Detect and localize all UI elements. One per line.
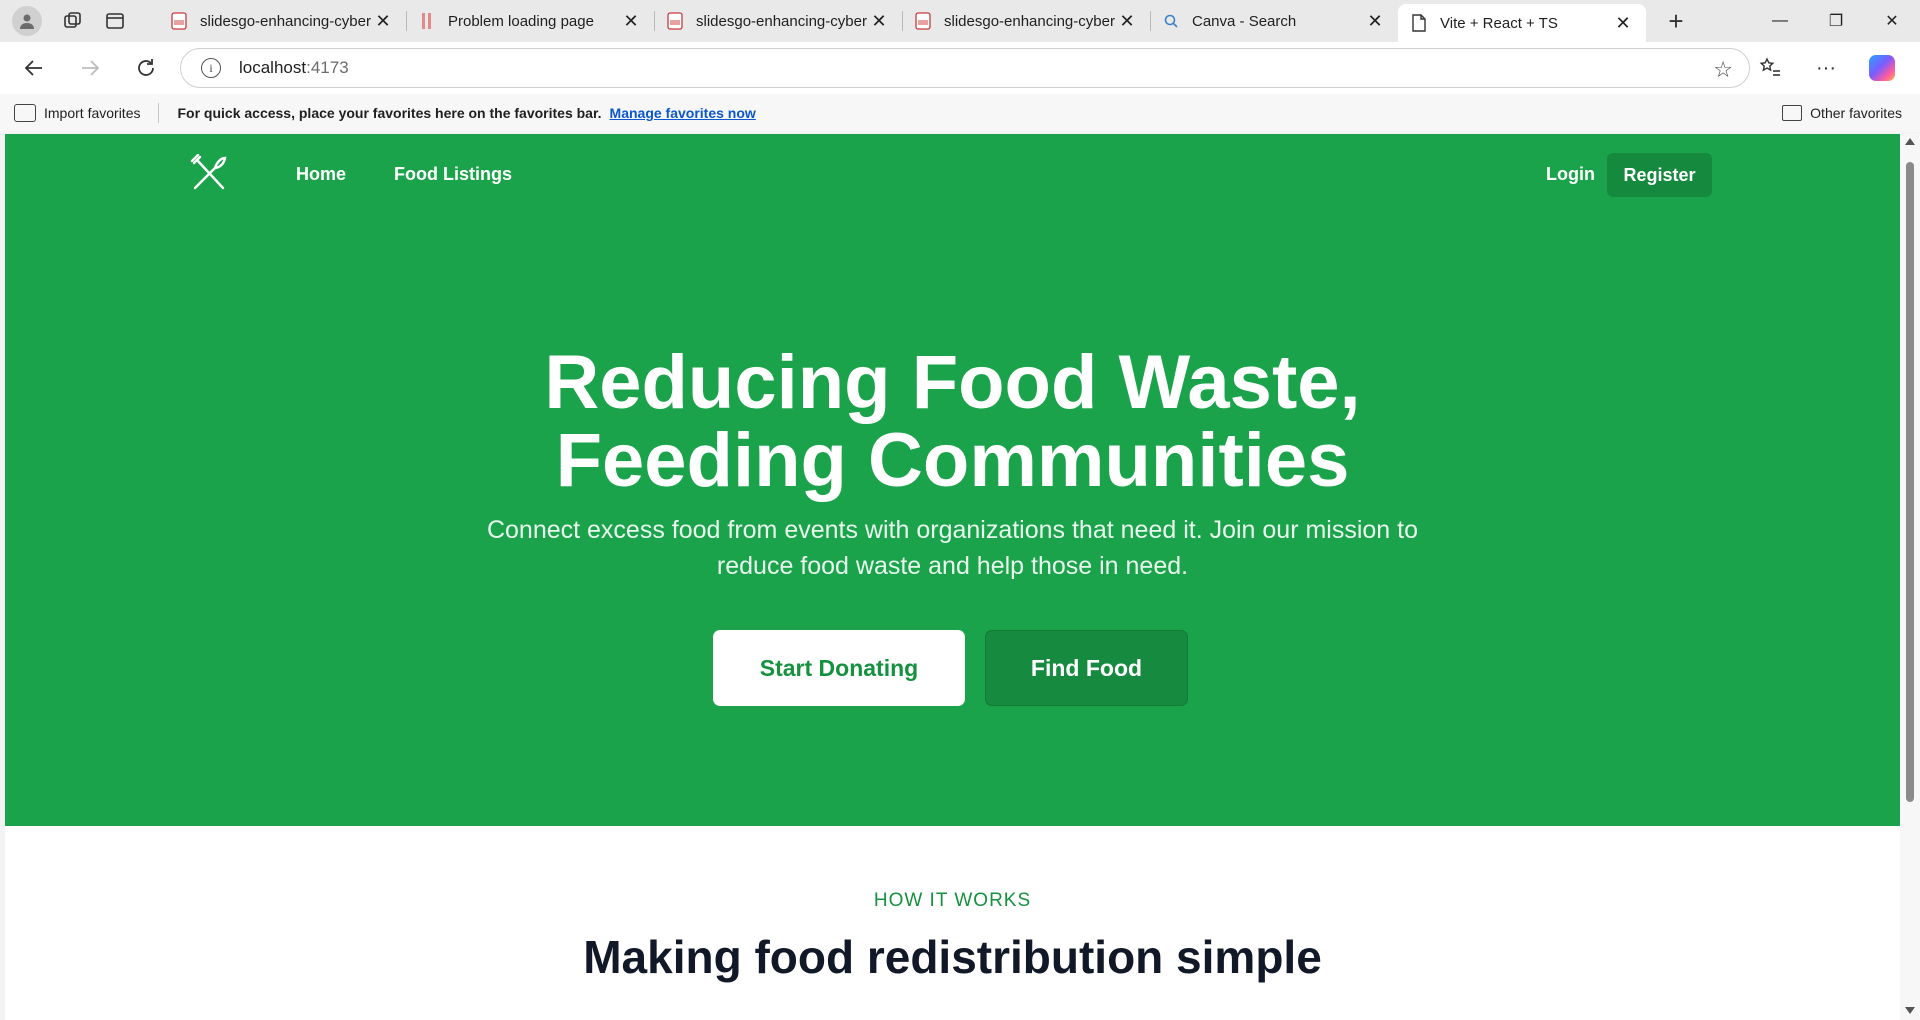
login-link[interactable]: Login (1546, 164, 1595, 185)
pdf-icon (914, 12, 932, 30)
hero-title-line: Reducing Food Waste, (544, 340, 1361, 425)
close-icon[interactable]: ✕ (1612, 12, 1634, 34)
tab-strip: slidesgo-enhancing-cyber ✕ Problem loadi… (0, 0, 1920, 42)
tab-pdf-2[interactable]: slidesgo-enhancing-cyber ✕ (654, 0, 902, 42)
divider (158, 103, 160, 123)
tab-pdf-1[interactable]: slidesgo-enhancing-cyber ✕ (158, 0, 406, 42)
site-info-icon[interactable]: i (201, 58, 221, 78)
url-port: :4173 (306, 58, 349, 77)
close-icon[interactable]: ✕ (620, 10, 642, 32)
folder-icon (1782, 105, 1803, 121)
scrollbar-thumb[interactable] (1906, 162, 1914, 802)
nav-home-link[interactable]: Home (296, 164, 346, 185)
address-bar[interactable]: i localhost:4173 ☆ (180, 48, 1750, 88)
close-icon[interactable]: ✕ (868, 10, 890, 32)
find-food-button[interactable]: Find Food (985, 630, 1188, 706)
site-navbar: Home Food Listings Login Register (5, 134, 1900, 208)
other-favorites-label: Other favorites (1810, 105, 1902, 121)
refresh-icon (138, 59, 154, 76)
start-donating-button[interactable]: Start Donating (713, 630, 965, 706)
tab-title: Problem loading page (448, 12, 594, 30)
arrow-left-icon (24, 60, 42, 76)
error-bars-icon (418, 12, 436, 30)
close-window-icon[interactable]: ✕ (1864, 0, 1920, 42)
tab-title: Vite + React + TS (1440, 14, 1558, 32)
tab-vite-react[interactable]: Vite + React + TS ✕ (1398, 4, 1646, 42)
forward-button[interactable] (68, 46, 112, 90)
import-favorites-button[interactable]: Import favorites (14, 104, 140, 122)
url-host: localhost (239, 58, 307, 77)
tab-list: slidesgo-enhancing-cyber ✕ Problem loadi… (158, 0, 1646, 42)
tab-pdf-3[interactable]: slidesgo-enhancing-cyber ✕ (902, 0, 1150, 42)
tab-title: slidesgo-enhancing-cyber (696, 12, 867, 30)
profile-avatar[interactable] (12, 6, 42, 36)
minimize-icon[interactable]: — (1752, 0, 1808, 42)
refresh-button[interactable] (124, 46, 168, 90)
hero-subtitle: Connect excess food from events with org… (486, 516, 1419, 580)
utensils-logo-icon[interactable] (189, 154, 229, 194)
search-icon (1162, 12, 1180, 30)
section-title: Making food redistribution simple (583, 931, 1322, 983)
arrow-right-icon (82, 60, 100, 76)
favorites-icon[interactable] (1742, 46, 1798, 90)
tab-problem-loading[interactable]: Problem loading page ✕ (406, 0, 654, 42)
import-icon (14, 104, 36, 122)
vertical-tabs-icon[interactable] (94, 0, 136, 42)
browser-toolbar: i localhost:4173 ☆ ··· (0, 42, 1920, 94)
manage-favorites-link[interactable]: Manage favorites now (610, 105, 756, 121)
page-scrollbar[interactable] (1900, 134, 1920, 1020)
copilot-icon (1869, 55, 1895, 81)
how-it-works-eyebrow: HOW IT WORKS (873, 890, 1032, 911)
favorites-bar: Import favorites For quick access, place… (0, 94, 1920, 132)
scroll-up-icon[interactable] (1905, 138, 1915, 145)
favorites-hint: For quick access, place your favorites h… (177, 105, 602, 121)
close-icon[interactable]: ✕ (372, 10, 394, 32)
hero-title-line: Feeding Communities (555, 418, 1350, 503)
favorite-star-icon[interactable]: ☆ (1713, 57, 1733, 83)
browser-window: slidesgo-enhancing-cyber ✕ Problem loadi… (0, 0, 1920, 1020)
register-button[interactable]: Register (1607, 153, 1712, 197)
scroll-down-icon[interactable] (1905, 1007, 1915, 1014)
copilot-button[interactable] (1854, 46, 1910, 90)
new-tab-button[interactable]: + (1654, 0, 1698, 42)
person-icon (20, 14, 34, 29)
other-favorites-button[interactable]: Other favorites (1782, 105, 1902, 121)
tab-canva-search[interactable]: Canva - Search ✕ (1150, 0, 1398, 42)
back-button[interactable] (12, 46, 56, 90)
nav-food-listings-link[interactable]: Food Listings (394, 164, 512, 185)
tab-title: slidesgo-enhancing-cyber (944, 12, 1115, 30)
hero-section: Home Food Listings Login Register Reduci… (5, 134, 1900, 826)
page-viewport: Home Food Listings Login Register Reduci… (5, 134, 1900, 1020)
hero-title: Reducing Food Waste, Feeding Communities (5, 344, 1900, 500)
workspaces-icon[interactable] (52, 0, 94, 42)
window-controls: — ❐ ✕ (1752, 0, 1920, 42)
close-icon[interactable]: ✕ (1364, 10, 1386, 32)
toolbar-right: ··· (1742, 46, 1910, 90)
tab-title: Canva - Search (1192, 12, 1297, 30)
restore-icon[interactable]: ❐ (1808, 0, 1864, 42)
tab-title: slidesgo-enhancing-cyber (200, 12, 371, 30)
pdf-icon (170, 12, 188, 30)
more-options-icon[interactable]: ··· (1798, 46, 1854, 90)
pdf-icon (666, 12, 684, 30)
close-icon[interactable]: ✕ (1116, 10, 1138, 32)
page-icon (1410, 14, 1428, 32)
import-favorites-label: Import favorites (44, 105, 141, 121)
